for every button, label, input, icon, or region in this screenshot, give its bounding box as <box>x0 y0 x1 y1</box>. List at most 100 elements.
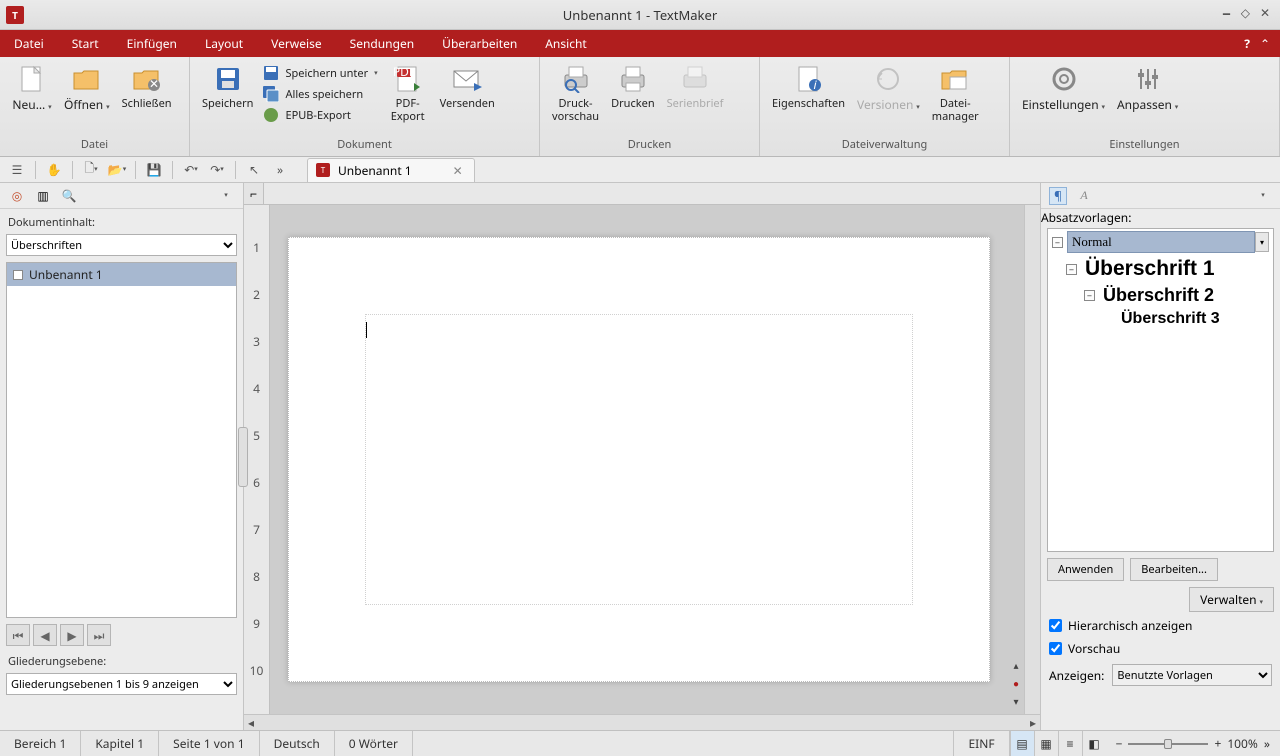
collapse-ribbon-button[interactable]: ⌃ <box>1260 35 1270 52</box>
outline-tree[interactable]: Unbenannt 1 <box>6 262 237 618</box>
save-icon[interactable]: 💾 <box>143 160 165 180</box>
redo-icon[interactable]: ↷▾ <box>206 160 228 180</box>
zoom-in-icon[interactable]: + <box>1214 735 1221 752</box>
zoom-out-icon[interactable]: − <box>1116 735 1123 752</box>
status-language[interactable]: Deutsch <box>260 731 335 756</box>
page[interactable] <box>288 237 990 682</box>
tab-mailings[interactable]: Sendungen <box>336 30 429 57</box>
customize-button[interactable]: Anpassen ▾ <box>1111 61 1184 115</box>
tab-type-icon[interactable]: ⌐ <box>244 183 264 204</box>
app-icon: T <box>6 6 24 24</box>
new-doc-icon[interactable]: 🗋▾ <box>80 160 102 180</box>
status-wordcount[interactable]: 0 Wörter <box>335 731 413 756</box>
open-button[interactable]: Öffnen ▾ <box>58 61 116 115</box>
status-page[interactable]: Seite 1 von 1 <box>159 731 259 756</box>
search-icon[interactable]: 🔍 <box>60 187 78 205</box>
manage-styles-button[interactable]: Verwalten ▾ <box>1189 587 1274 612</box>
group-label-manage: Dateiverwaltung <box>760 135 1009 156</box>
show-label: Anzeigen: <box>1049 667 1104 684</box>
apply-style-button[interactable]: Anwenden <box>1047 558 1124 581</box>
tab-layout[interactable]: Layout <box>191 30 257 57</box>
properties-button[interactable]: i Eigenschaften <box>766 61 851 113</box>
edit-style-button[interactable]: Bearbeiten... <box>1130 558 1218 581</box>
char-style-icon[interactable]: A <box>1075 187 1093 205</box>
nav-next-button[interactable]: ▶ <box>60 624 84 646</box>
style-panel-dropdown-icon[interactable]: ▾ <box>1254 187 1272 205</box>
status-mode[interactable]: EINF <box>954 731 1009 756</box>
status-chapter[interactable]: Kapitel 1 <box>81 731 159 756</box>
outline-item[interactable]: Unbenannt 1 <box>7 263 236 286</box>
tree-toggle-icon[interactable]: − <box>1066 264 1077 275</box>
status-section[interactable]: Bereich 1 <box>0 731 81 756</box>
style-h3[interactable]: Überschrift 3 <box>1121 310 1220 328</box>
outline-level-select[interactable]: Gliederungsebenen 1 bis 9 anzeigen <box>6 673 237 695</box>
tab-insert[interactable]: Einfügen <box>113 30 191 57</box>
show-styles-select[interactable]: Benutzte Vorlagen <box>1112 664 1272 686</box>
group-label-print: Drucken <box>540 135 759 156</box>
horizontal-ruler[interactable]: ⌐ 12345678910111213141516 <box>244 183 1040 205</box>
zoom-value[interactable]: 100% <box>1227 735 1258 752</box>
tab-file[interactable]: Datei <box>0 30 58 57</box>
save-all-button[interactable]: Alles speichern <box>259 84 381 104</box>
maximize-button[interactable]: ◇ <box>1241 4 1250 25</box>
panels-icon[interactable]: ▥ <box>34 187 52 205</box>
more-icon[interactable]: » <box>269 160 291 180</box>
epub-export-button[interactable]: EPUB-Export <box>259 105 381 125</box>
view-master-icon[interactable]: ▦ <box>1034 731 1058 756</box>
close-window-button[interactable]: ✕ <box>1260 4 1270 25</box>
minimize-button[interactable]: 🗕 <box>1222 4 1231 25</box>
titlebar: T Unbenannt 1 - TextMaker 🗕 ◇ ✕ <box>0 0 1280 30</box>
nav-prev-button[interactable]: ◀ <box>33 624 57 646</box>
sidebar-dropdown-icon[interactable]: ▾ <box>217 187 235 205</box>
hand-tool-icon[interactable]: ✋ <box>43 160 65 180</box>
save-as-button[interactable]: Speichern unter▾ <box>259 63 381 83</box>
view-outline-icon[interactable]: ≡ <box>1058 731 1082 756</box>
open-folder-icon[interactable]: 📂▾ <box>106 160 128 180</box>
compass-icon[interactable]: ◎ <box>8 187 26 205</box>
versions-button: Versionen ▾ <box>851 61 926 115</box>
tab-references[interactable]: Verweise <box>257 30 336 57</box>
scroll-up-icon[interactable]: ▴ <box>1013 658 1018 672</box>
pdf-export-button[interactable]: PDF PDF- Export <box>382 61 434 125</box>
nav-first-button[interactable]: ⏮ <box>6 624 30 646</box>
send-button[interactable]: Versenden <box>434 61 501 113</box>
close-button[interactable]: ✕ Schließen <box>116 61 178 113</box>
scroll-dot-icon[interactable]: ● <box>1013 676 1019 690</box>
new-button[interactable]: Neu… ▾ <box>6 61 58 115</box>
view-normal-icon[interactable]: ▤ <box>1010 731 1034 756</box>
file-manager-button[interactable]: Datei- manager <box>926 61 985 125</box>
print-preview-button[interactable]: Druck- vorschau <box>546 61 605 125</box>
menu-icon[interactable]: ☰ <box>6 160 28 180</box>
zoom-more-icon[interactable]: » <box>1264 735 1270 752</box>
left-resize-handle[interactable] <box>238 427 248 487</box>
tab-view[interactable]: Ansicht <box>531 30 600 57</box>
cursor-select-icon[interactable]: ↖ <box>243 160 265 180</box>
style-h2[interactable]: Überschrift 2 <box>1103 285 1214 306</box>
tree-toggle-icon[interactable]: − <box>1084 290 1095 301</box>
horizontal-scrollbar[interactable]: ◂ ▸ <box>244 714 1040 730</box>
preview-checkbox[interactable]: Vorschau <box>1041 637 1280 660</box>
style-dropdown-icon[interactable]: ▾ <box>1255 232 1269 252</box>
nav-last-button[interactable]: ⏭ <box>87 624 111 646</box>
right-sidebar: ¶ A ▾ Absatzvorlagen: − Normal ▾ − Übers… <box>1040 183 1280 730</box>
view-object-icon[interactable]: ◧ <box>1082 731 1106 756</box>
paragraph-style-icon[interactable]: ¶ <box>1049 187 1067 205</box>
undo-icon[interactable]: ↶▾ <box>180 160 202 180</box>
style-normal[interactable]: Normal <box>1067 231 1255 253</box>
zoom-slider[interactable] <box>1128 743 1208 745</box>
print-button[interactable]: Drucken <box>605 61 661 113</box>
vertical-scrollbar[interactable] <box>1024 205 1040 714</box>
tab-start[interactable]: Start <box>58 30 113 57</box>
hierarchical-checkbox[interactable]: Hierarchisch anzeigen <box>1041 614 1280 637</box>
close-tab-button[interactable]: ✕ <box>450 162 466 179</box>
tab-review[interactable]: Überarbeiten <box>428 30 531 57</box>
document-tab[interactable]: T Unbenannt 1 ✕ <box>307 158 475 182</box>
tree-toggle-icon[interactable]: − <box>1052 237 1063 248</box>
scroll-down-icon[interactable]: ▾ <box>1013 694 1018 708</box>
heading-filter-select[interactable]: Überschriften <box>6 234 237 256</box>
style-h1[interactable]: Überschrift 1 <box>1085 257 1215 281</box>
settings-button[interactable]: Einstellungen ▾ <box>1016 61 1111 115</box>
styles-tree[interactable]: − Normal ▾ − Überschrift 1 − Überschrift… <box>1047 228 1274 552</box>
save-button[interactable]: Speichern <box>196 61 259 113</box>
help-button[interactable]: ? <box>1244 35 1250 52</box>
